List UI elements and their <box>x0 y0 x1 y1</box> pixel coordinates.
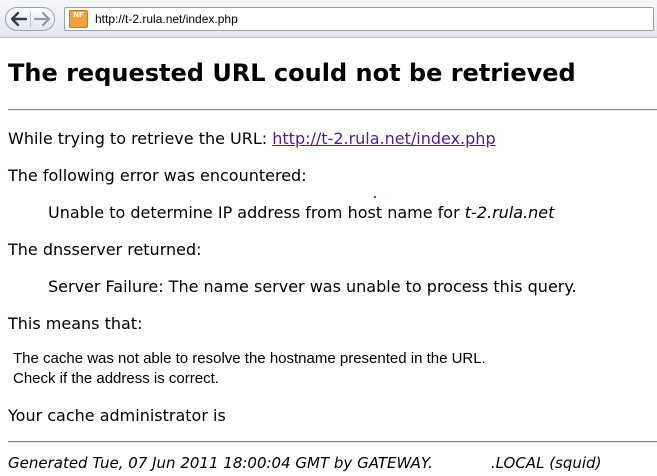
stray-dot <box>374 196 376 198</box>
admin-email-redacted[interactable] <box>231 420 401 421</box>
admin-prefix: Your cache administrator is <box>8 406 231 425</box>
back-arrow-icon <box>11 12 27 26</box>
means-line-2: Check if the address is correct. <box>13 370 219 387</box>
footer-signature: Generated Tue, 07 Jun 2011 18:00:04 GMT … <box>8 454 601 472</box>
error-host: t-2.rula.net <box>464 203 555 222</box>
page-title: The requested URL could not be retrieved <box>8 59 576 87</box>
retrieve-url-link[interactable]: http://t-2.rula.net/index.php <box>272 129 495 148</box>
error-prefix: Unable to determine IP address from host… <box>48 203 465 222</box>
address-bar-url[interactable]: http://t-2.rula.net/index.php <box>95 12 238 26</box>
means-intro: This means that: <box>8 314 143 333</box>
forward-button[interactable] <box>32 10 52 28</box>
divider-bottom <box>8 441 657 443</box>
nav-button-group <box>5 7 55 31</box>
retrieve-prefix: While trying to retrieve the URL: <box>8 129 273 148</box>
error-message: Unable to determine IP address from host… <box>48 203 554 222</box>
footer-part-1: Generated Tue, 07 Jun 2011 18:00:04 GMT … <box>8 454 433 472</box>
dns-message: Server Failure: The name server was unab… <box>48 277 577 296</box>
nav-separator <box>30 11 31 27</box>
browser-toolbar: NF http://t-2.rula.net/index.php <box>0 0 657 38</box>
divider-top <box>8 109 657 111</box>
site-icon: NF <box>69 10 88 28</box>
admin-line: Your cache administrator is <box>8 406 401 425</box>
means-line-1: The cache was not able to resolve the ho… <box>13 350 486 367</box>
back-button[interactable] <box>9 10 29 28</box>
address-bar[interactable]: NF http://t-2.rula.net/index.php <box>64 7 654 31</box>
dns-intro: The dnsserver returned: <box>8 240 202 259</box>
retrieve-line: While trying to retrieve the URL: http:/… <box>8 129 496 148</box>
error-intro: The following error was encountered: <box>8 166 307 185</box>
forward-arrow-icon <box>34 12 50 26</box>
footer-part-2: .LOCAL (squid) <box>490 454 602 472</box>
